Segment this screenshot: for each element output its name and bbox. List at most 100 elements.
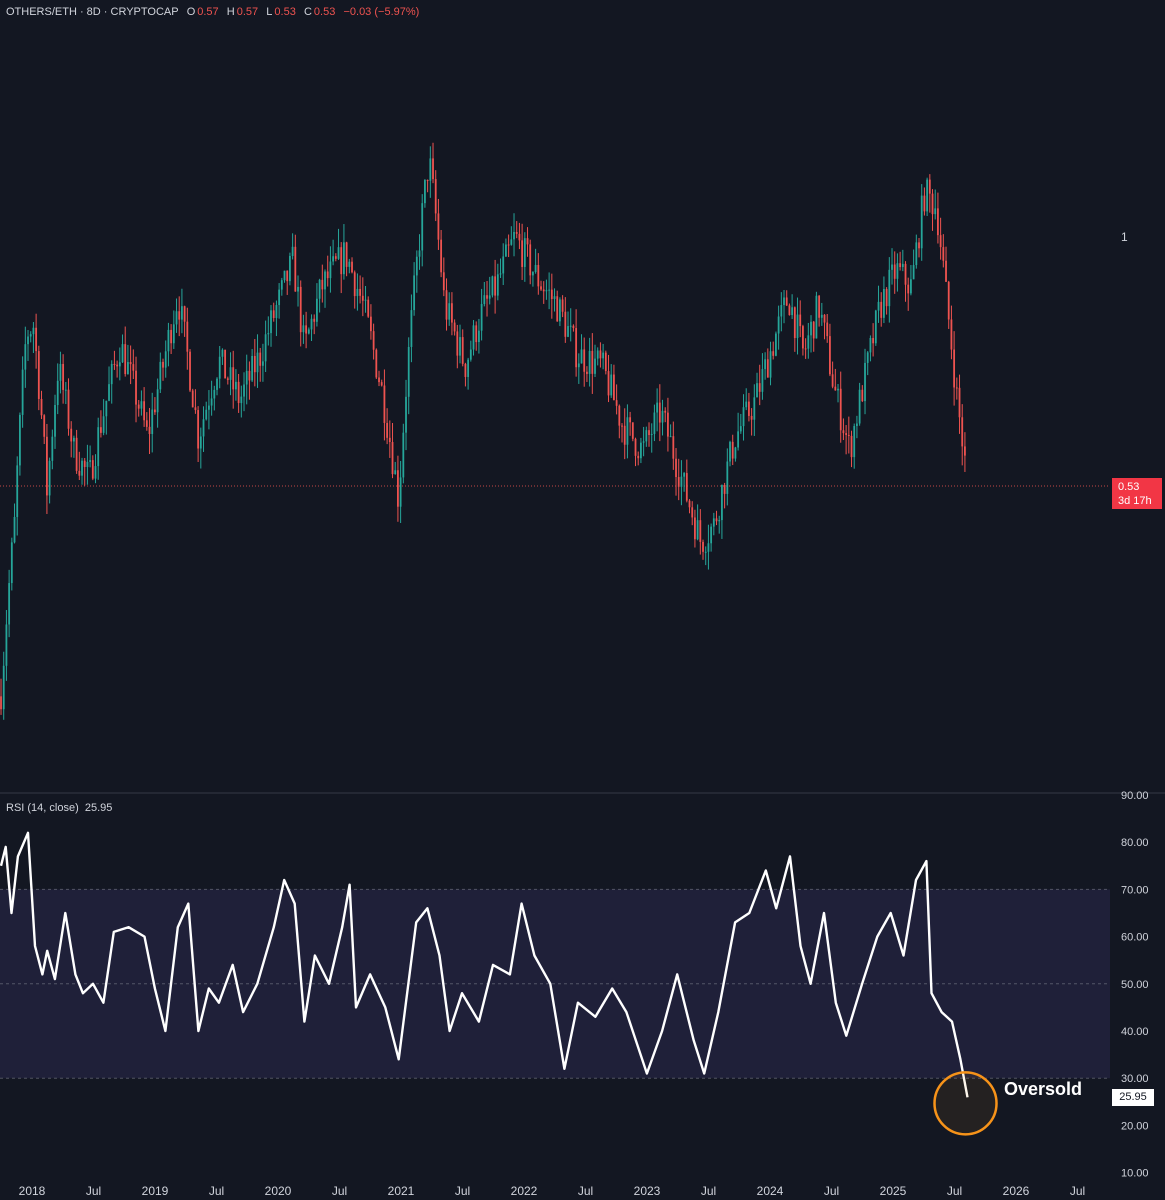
- candle-body: [243, 384, 245, 397]
- candle-body: [178, 311, 181, 320]
- candle-body: [205, 409, 208, 420]
- candle-body: [81, 460, 83, 476]
- candle-body: [372, 331, 375, 350]
- candle-body: [226, 378, 229, 380]
- candle-body: [731, 441, 734, 459]
- candle-body: [729, 441, 731, 462]
- candle-body: [386, 422, 389, 438]
- candle-body: [793, 307, 796, 339]
- candle-body: [877, 301, 880, 311]
- candle-body: [424, 179, 426, 204]
- candle-body: [356, 288, 359, 297]
- candle-body: [532, 272, 534, 276]
- candle-body: [167, 329, 170, 352]
- candle-body: [467, 359, 470, 377]
- candle-body: [353, 272, 356, 297]
- candle-body: [70, 428, 73, 442]
- candle-body: [0, 696, 2, 710]
- candle-body: [688, 500, 691, 508]
- chart-canvas[interactable]: 90.00 80.00 70.00 60.00 50.00 40.00 30.00 20.00…: [0, 0, 1165, 1200]
- candle-body: [653, 412, 656, 434]
- candle-body: [210, 398, 213, 406]
- candle-body: [197, 410, 200, 449]
- candle-body: [518, 233, 521, 241]
- candle-body: [459, 337, 461, 356]
- candle-body: [648, 430, 650, 436]
- candle-body: [745, 401, 748, 408]
- candle-body: [345, 242, 348, 267]
- candle-body: [920, 195, 923, 249]
- candle-body: [100, 427, 102, 433]
- candle-body: [232, 367, 235, 390]
- candle-body: [667, 412, 669, 437]
- candle-body: [556, 296, 559, 322]
- candle-body: [550, 289, 553, 300]
- candle-body: [148, 426, 151, 434]
- candle-body: [510, 239, 513, 245]
- candle-body: [410, 310, 413, 347]
- candle-body: [469, 349, 472, 360]
- candle-body: [475, 325, 478, 343]
- candle-body: [842, 430, 845, 434]
- candle-body: [737, 431, 740, 448]
- candle-body: [326, 271, 329, 279]
- candle-body: [505, 244, 507, 257]
- candle-body: [604, 352, 607, 372]
- candle-body: [5, 624, 8, 666]
- candle-body: [35, 327, 38, 352]
- candle-body: [631, 422, 634, 439]
- candle-body: [796, 314, 799, 339]
- candle-body: [159, 361, 162, 390]
- candle-body: [888, 269, 891, 307]
- candle-body: [256, 352, 259, 373]
- candle-body: [343, 242, 345, 275]
- candle-body: [893, 264, 896, 279]
- candle-body: [537, 264, 540, 287]
- candle-body: [602, 352, 605, 359]
- rsi-axis-label: 10.00: [1121, 1168, 1149, 1180]
- candle-body: [313, 318, 316, 322]
- rsi-axis-label: 80.00: [1121, 837, 1149, 849]
- candle-body: [594, 358, 596, 374]
- candle-body: [939, 235, 942, 248]
- candle-body: [845, 433, 848, 435]
- candle-body: [348, 261, 351, 267]
- candle-body: [116, 364, 119, 367]
- candle-body: [926, 179, 929, 212]
- candle-body: [764, 359, 767, 370]
- candle-body: [397, 470, 399, 507]
- x-axis-label: 2022: [511, 1184, 538, 1198]
- candle-body: [683, 473, 686, 477]
- candle-body: [642, 441, 645, 443]
- candle-body: [434, 179, 437, 214]
- candle-body: [664, 410, 667, 413]
- candle-body: [137, 404, 140, 409]
- candle-body: [599, 350, 602, 359]
- candle-body: [286, 270, 289, 282]
- candle-body: [685, 473, 688, 501]
- rsi-axis-label: 70.00: [1121, 884, 1149, 896]
- candle-body: [880, 301, 883, 318]
- candle-body: [591, 350, 594, 374]
- candle-body: [750, 415, 753, 420]
- candle-body: [380, 382, 383, 386]
- candle-body: [748, 401, 750, 416]
- candle-body: [283, 270, 286, 281]
- candle-body: [858, 389, 861, 424]
- candle-body: [437, 213, 440, 240]
- candle-body: [62, 363, 65, 390]
- candle-body: [324, 271, 326, 290]
- candle-body: [761, 369, 764, 392]
- candle-body: [394, 470, 397, 475]
- candle-body: [640, 442, 642, 459]
- candle-body: [289, 256, 291, 282]
- candle-body: [586, 371, 588, 374]
- candle-body: [359, 288, 362, 296]
- rsi-axis-label: 50.00: [1121, 979, 1149, 991]
- candle-body: [78, 470, 81, 476]
- candle-body: [213, 389, 216, 399]
- candle-body: [32, 327, 35, 335]
- x-axis-label: Jul: [947, 1184, 962, 1198]
- candle-body: [113, 363, 116, 365]
- candle-body: [839, 388, 842, 431]
